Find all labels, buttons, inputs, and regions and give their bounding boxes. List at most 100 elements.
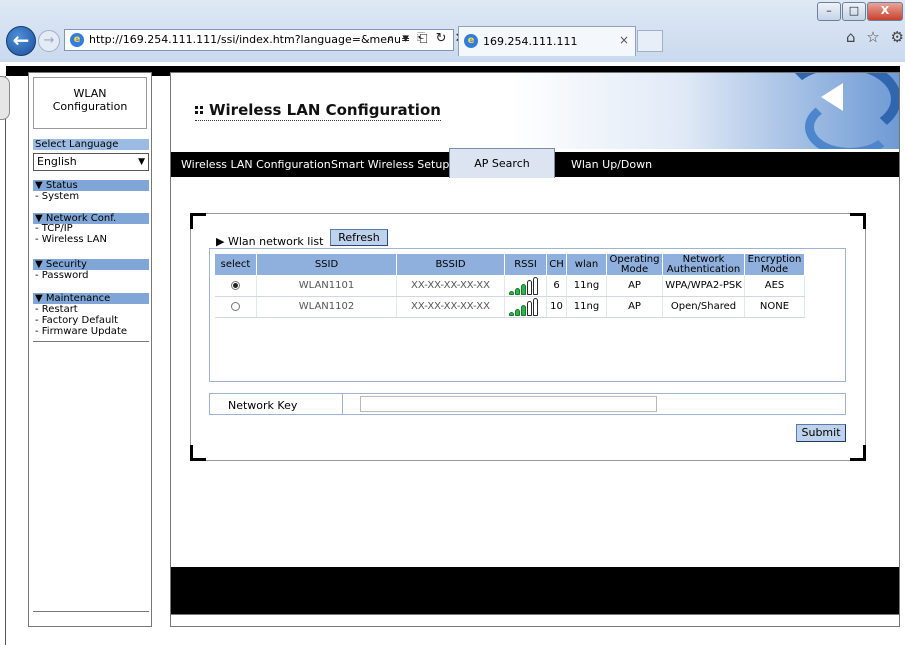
grid-bullet-icon bbox=[195, 106, 203, 114]
signal-bar bbox=[508, 312, 514, 316]
frame-border-right bbox=[865, 229, 866, 445]
column-header-encryption-mode: Encryption Mode bbox=[744, 253, 805, 276]
sidebar-title: WLAN Configuration bbox=[33, 77, 147, 129]
main-bottom-strip bbox=[171, 614, 899, 626]
sidebar-header-maintenance[interactable]: ▼ Maintenance bbox=[33, 293, 149, 304]
frame-corner-bottom-right bbox=[850, 445, 866, 461]
header-banner: Wireless LAN Configuration bbox=[171, 73, 899, 149]
banner-arrow-icon bbox=[821, 83, 843, 111]
tab-title: 169.254.111.111 bbox=[483, 35, 578, 48]
signal-bar bbox=[526, 301, 532, 316]
network-key-input[interactable] bbox=[360, 396, 657, 412]
auth-cell: WPA/WPA2-PSK bbox=[662, 275, 745, 297]
minimize-button[interactable]: – bbox=[817, 2, 841, 21]
footer-bar bbox=[171, 567, 899, 614]
back-button[interactable]: ← bbox=[6, 26, 36, 56]
tab-smart-wireless-setup[interactable]: Smart Wireless Setup bbox=[331, 152, 449, 177]
select-radio[interactable] bbox=[230, 280, 240, 290]
sidebar-item-tcpip[interactable]: - TCP/IP bbox=[35, 224, 73, 234]
sidebar-item-password[interactable]: - Password bbox=[35, 271, 89, 281]
signal-strength-icon bbox=[508, 298, 543, 316]
browser-chrome: – □ X ← → e http://169.254.111.111/ssi/i… bbox=[0, 0, 905, 62]
signal-bar bbox=[532, 298, 538, 316]
sidebar-bottom-strip bbox=[33, 611, 149, 623]
frame-border-left bbox=[190, 229, 191, 445]
new-tab-button[interactable] bbox=[637, 30, 663, 52]
signal-bar bbox=[514, 309, 520, 316]
signal-strength-icon bbox=[508, 277, 543, 295]
language-select-value: English bbox=[37, 155, 77, 168]
sidebar-item-wireless-lan[interactable]: - Wireless LAN bbox=[35, 235, 107, 245]
signal-bar bbox=[514, 288, 520, 295]
ch-cell: 10 bbox=[546, 296, 567, 318]
maximize-button[interactable]: □ bbox=[842, 2, 866, 21]
page-title-text: Wireless LAN Configuration bbox=[209, 101, 441, 119]
ssid-cell: WLAN1102 bbox=[256, 296, 397, 318]
select-radio[interactable] bbox=[230, 301, 240, 311]
network-table: select SSID BSSID RSSI CH wlan Operating… bbox=[214, 253, 805, 318]
sidebar-divider bbox=[33, 341, 149, 342]
sidebar-header-security[interactable]: ▼ Security bbox=[33, 259, 149, 270]
tab-favicon-icon: e bbox=[464, 34, 478, 48]
address-tools-icons[interactable]: ⌕ ▾ ⎗ ↻ ✕ bbox=[387, 31, 468, 46]
tab-wlan-up-down[interactable]: Wlan Up/Down bbox=[571, 152, 652, 177]
browser-tab[interactable]: e 169.254.111.111 × bbox=[458, 26, 636, 56]
left-edge bbox=[0, 76, 6, 645]
chevron-down-icon: ▼ bbox=[138, 157, 145, 167]
sidebar-header-status[interactable]: ▼ Status bbox=[33, 180, 149, 191]
frame-border-top bbox=[206, 213, 850, 214]
content-frame: ▶ Wlan network list Refresh select SSID … bbox=[190, 213, 866, 461]
sidebar-item-firmware-update[interactable]: - Firmware Update bbox=[35, 327, 127, 337]
ie-page-icon: e bbox=[70, 33, 84, 47]
refresh-button[interactable]: Refresh bbox=[330, 229, 388, 246]
frame-corner-top-right bbox=[850, 213, 866, 229]
sidebar: WLAN Configuration Select Language Engli… bbox=[28, 72, 152, 627]
signal-bar bbox=[526, 280, 532, 295]
select-cell[interactable] bbox=[214, 296, 257, 318]
sidebar-title-line2: Configuration bbox=[52, 100, 128, 113]
nav-tabs: Wireless LAN Configuration Smart Wireles… bbox=[171, 148, 899, 178]
sidebar-item-system[interactable]: - System bbox=[35, 192, 79, 202]
banner-swirl-graphic-2 bbox=[805, 97, 895, 149]
sidebar-item-factory-default[interactable]: - Factory Default bbox=[35, 316, 118, 326]
wlan-cell: 11ng bbox=[566, 275, 607, 297]
column-header-operating-mode: Operating Mode bbox=[606, 253, 663, 276]
tab-ap-search[interactable]: AP Search bbox=[449, 148, 555, 178]
home-favorites-settings-icons[interactable]: ⌂ ☆ ⚙ bbox=[846, 28, 905, 46]
tab-close-icon[interactable]: × bbox=[619, 33, 629, 47]
frame-corner-top-left bbox=[190, 213, 206, 229]
select-cell[interactable] bbox=[214, 275, 257, 297]
wlan-network-list-label: ▶ Wlan network list bbox=[216, 235, 324, 248]
mode-cell: AP bbox=[606, 275, 663, 297]
signal-bar bbox=[520, 284, 526, 295]
table-row[interactable]: WLAN1101 XX-XX-XX-XX-XX 6 11ng AP WPA/WPA2-PS… bbox=[214, 275, 805, 297]
close-window-button[interactable]: X bbox=[867, 2, 903, 21]
ssid-cell: WLAN1101 bbox=[256, 275, 397, 297]
tab-wireless-lan-configuration[interactable]: Wireless LAN Configuration bbox=[181, 152, 331, 177]
column-header-ch: CH bbox=[546, 253, 567, 276]
auth-cell: Open/Shared bbox=[662, 296, 745, 318]
submit-button[interactable]: Submit bbox=[796, 424, 846, 442]
side-panel-handle[interactable] bbox=[0, 76, 10, 120]
wlan-cell: 11ng bbox=[566, 296, 607, 318]
column-header-rssi: RSSI bbox=[504, 253, 547, 276]
language-select[interactable]: English ▼ bbox=[33, 153, 149, 171]
table-row[interactable]: WLAN1102 XX-XX-XX-XX-XX 10 11ng AP Open/Share… bbox=[214, 296, 805, 318]
address-bar[interactable]: e http://169.254.111.111/ssi/index.htm?l… bbox=[64, 29, 466, 51]
network-list-box: select SSID BSSID RSSI CH wlan Operating… bbox=[209, 248, 846, 382]
signal-bar bbox=[532, 277, 538, 295]
mode-cell: AP bbox=[606, 296, 663, 318]
select-language-header: Select Language bbox=[33, 139, 149, 150]
address-url[interactable]: http://169.254.111.111/ssi/index.htm?lan… bbox=[89, 33, 410, 46]
sidebar-item-restart[interactable]: - Restart bbox=[35, 305, 78, 315]
network-key-row: Network Key bbox=[209, 393, 846, 415]
enc-cell: AES bbox=[744, 275, 805, 297]
bssid-cell: XX-XX-XX-XX-XX bbox=[396, 296, 505, 318]
network-key-separator bbox=[342, 394, 343, 414]
signal-bar bbox=[508, 291, 514, 295]
sidebar-title-line1: WLAN bbox=[73, 87, 107, 100]
forward-button[interactable]: → bbox=[38, 30, 60, 52]
column-header-ssid: SSID bbox=[256, 253, 397, 276]
column-header-wlan: wlan bbox=[566, 253, 607, 276]
rssi-cell bbox=[504, 296, 547, 318]
